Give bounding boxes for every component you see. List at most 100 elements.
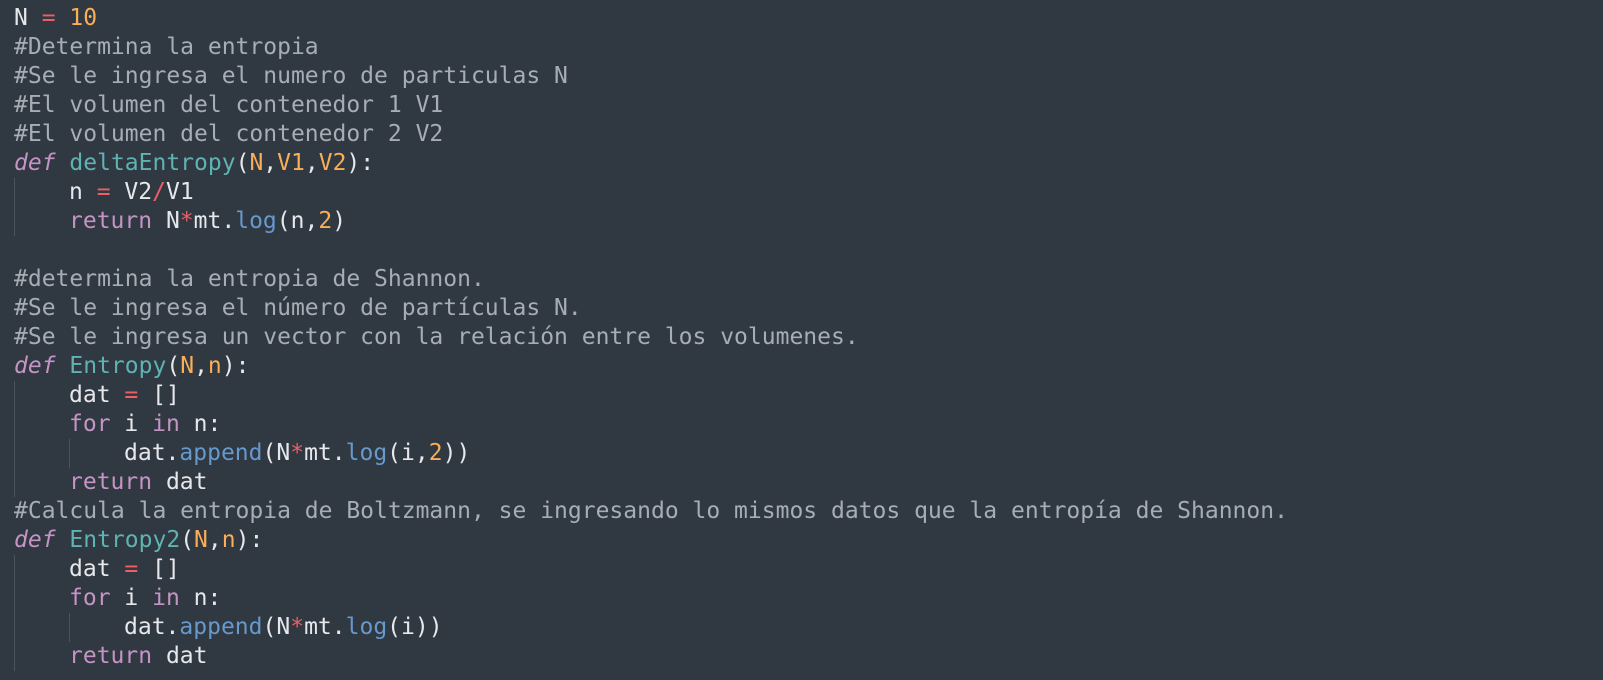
parameter: V2: [318, 150, 347, 176]
operator: =: [96, 179, 111, 205]
code-text: .: [221, 208, 236, 234]
indent-guide: [14, 178, 15, 207]
keyword: def: [14, 150, 56, 176]
code-line[interactable]: for i in n:: [14, 410, 1603, 439]
code-line[interactable]: n = V2/V1: [14, 178, 1603, 207]
code-text: (: [166, 353, 181, 379]
parameter: n: [207, 353, 222, 379]
number-literal: 2: [318, 208, 333, 234]
operator: *: [179, 208, 194, 234]
comment: #Se le ingresa un vector con la relación…: [14, 324, 859, 350]
indent-guide: [14, 468, 15, 497]
method-name: log: [235, 208, 277, 234]
comment: #El volumen del contenedor 2 V2: [14, 121, 444, 147]
method-name: log: [345, 440, 388, 466]
parameter: N: [180, 353, 195, 379]
code-line[interactable]: ​: [14, 236, 1603, 265]
code-text: i: [110, 585, 153, 611]
code-text: )): [442, 440, 471, 466]
code-text: ,: [304, 208, 319, 234]
parameter: V1: [277, 150, 305, 176]
code-text: (: [180, 527, 195, 553]
code-line[interactable]: #Se le ingresa un vector con la relación…: [14, 323, 1603, 352]
code-line[interactable]: #Determina la entropia: [14, 33, 1603, 62]
code-line[interactable]: #El volumen del contenedor 2 V2: [14, 120, 1603, 149]
code-text: ,: [207, 527, 222, 553]
code-text: ,: [304, 150, 319, 176]
code-text: ):: [235, 527, 264, 553]
operator: =: [41, 5, 56, 31]
keyword: return: [69, 643, 153, 669]
code-text: ):: [346, 150, 375, 176]
code-text: n:: [179, 411, 222, 437]
code-text: dat: [69, 382, 125, 408]
code-text: (n: [276, 208, 305, 234]
code-line[interactable]: for i in n:: [14, 584, 1603, 613]
code-text: []: [138, 556, 180, 582]
code-text: V2: [110, 179, 153, 205]
code-text: (: [235, 150, 250, 176]
operator: *: [290, 440, 305, 466]
comment: #Calcula la entropia de Boltzmann, se in…: [14, 498, 1288, 524]
indent-guide: [69, 439, 70, 468]
code-editor[interactable]: N = 10 #Determina la entropia #Se le ingre…: [0, 0, 1603, 680]
code-text: mt: [304, 614, 332, 640]
code-line[interactable]: dat = []: [14, 381, 1603, 410]
keyword: return: [69, 208, 153, 234]
indent-guide: [14, 381, 15, 410]
operator: *: [290, 614, 305, 640]
keyword: in: [152, 411, 180, 437]
code-line[interactable]: def Entropy2(N,n):: [14, 526, 1603, 555]
keyword: return: [69, 469, 153, 495]
code-line[interactable]: #determina la entropia de Shannon.: [14, 265, 1603, 294]
code-line[interactable]: def Entropy(N,n):: [14, 352, 1603, 381]
indent-guide: [14, 584, 15, 613]
parameter: n: [221, 527, 236, 553]
method-name: append: [179, 614, 263, 640]
code-text: ,: [414, 440, 429, 466]
function-name: Entropy2: [69, 527, 181, 553]
code-text: dat: [152, 469, 208, 495]
code-text: dat: [69, 556, 125, 582]
code-text: dat: [152, 643, 208, 669]
operator: /: [152, 179, 166, 205]
indent-guide: [14, 555, 15, 584]
code-text: (i: [387, 440, 415, 466]
code-line[interactable]: #Se le ingresa el numero de particulas N: [14, 62, 1603, 91]
comment: #El volumen del contenedor 1 V1: [14, 92, 444, 118]
code-line[interactable]: return dat: [14, 468, 1603, 497]
code-line[interactable]: def deltaEntropy(N,V1,V2):: [14, 149, 1603, 178]
code-line[interactable]: #El volumen del contenedor 1 V1: [14, 91, 1603, 120]
code-line[interactable]: dat.append(N*mt.log(i)): [14, 613, 1603, 642]
code-text: dat: [124, 614, 166, 640]
code-line[interactable]: return dat: [14, 642, 1603, 671]
code-text: i: [110, 411, 153, 437]
code-text: mt: [304, 440, 332, 466]
method-name: append: [179, 440, 263, 466]
code-text: .: [331, 440, 346, 466]
code-line[interactable]: return N*mt.log(n,2): [14, 207, 1603, 236]
code-text: ,: [263, 150, 278, 176]
code-line[interactable]: dat = []: [14, 555, 1603, 584]
indent-guide: [14, 642, 15, 671]
code-text: ,: [194, 353, 208, 379]
comment: #Se le ingresa el numero de particulas N: [14, 63, 568, 89]
indent-guide: [14, 439, 15, 468]
code-text: (N: [262, 440, 291, 466]
indent-guide: [69, 613, 70, 642]
code-line[interactable]: #Calcula la entropia de Boltzmann, se in…: [14, 497, 1603, 526]
code-text: V1: [165, 179, 194, 205]
comment: #Se le ingresa el número de partículas N…: [14, 295, 582, 321]
code-line[interactable]: N = 10: [14, 4, 1603, 33]
indent-guide: [14, 207, 15, 236]
number-literal: 2: [428, 440, 443, 466]
code-text: mt: [193, 208, 222, 234]
function-name: Entropy: [69, 353, 167, 379]
code-line[interactable]: #Se le ingresa el número de partículas N…: [14, 294, 1603, 323]
code-line[interactable]: dat.append(N*mt.log(i,2)): [14, 439, 1603, 468]
code-text: []: [138, 382, 180, 408]
operator: =: [124, 556, 139, 582]
keyword: def: [14, 527, 56, 553]
